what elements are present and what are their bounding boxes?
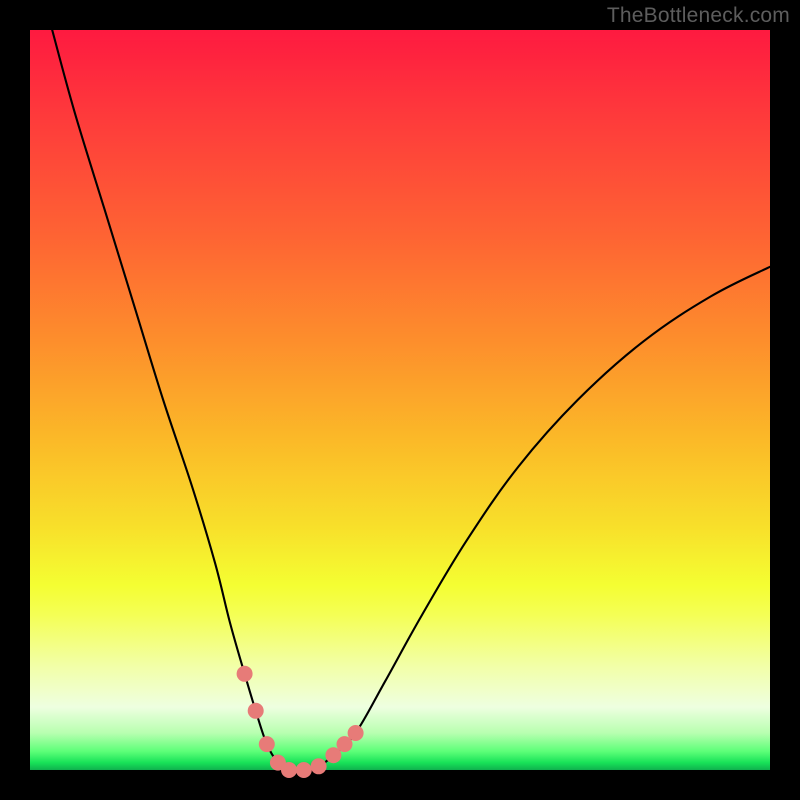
curve-marker [348,725,364,741]
watermark-text: TheBottleneck.com [607,4,790,28]
bottleneck-curve [30,30,770,770]
curve-path [52,30,770,771]
chart-frame: TheBottleneck.com [0,0,800,800]
curve-marker [237,666,253,682]
curve-marker [281,762,297,778]
curve-marker [248,703,264,719]
curve-markers [237,666,364,778]
curve-marker [259,736,275,752]
curve-marker [311,758,327,774]
curve-marker [296,762,312,778]
